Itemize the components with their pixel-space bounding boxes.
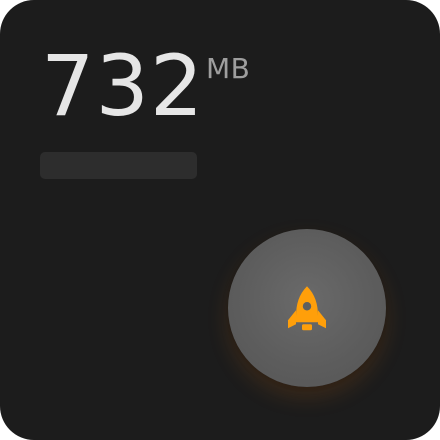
memory-value: 732 (41, 37, 205, 135)
memory-usage-bar (40, 152, 197, 179)
memory-cleaner-widget: 732 MB (0, 0, 440, 440)
boost-button[interactable] (228, 229, 386, 387)
rocket-icon (288, 286, 326, 331)
memory-unit: MB (206, 52, 251, 85)
